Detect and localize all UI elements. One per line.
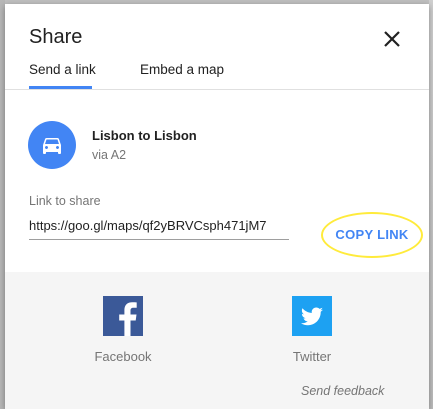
close-button[interactable]: [381, 28, 403, 50]
twitter-label: Twitter: [292, 349, 332, 364]
copy-link-label: COPY LINK: [335, 227, 409, 242]
tab-send-a-link[interactable]: Send a link: [29, 62, 96, 77]
share-twitter-button[interactable]: Twitter: [272, 296, 352, 364]
share-link-field[interactable]: https://goo.gl/maps/qf2yBRVCsph471jM7: [29, 218, 289, 240]
link-label: Link to share: [29, 194, 101, 208]
map-background-right: [429, 0, 433, 409]
route-subtitle: via A2: [92, 148, 127, 162]
route-title: Lisbon to Lisbon: [92, 128, 197, 143]
header-divider: [5, 89, 429, 90]
twitter-icon: [292, 296, 332, 336]
share-targets-panel: Facebook Twitter Send feedback: [5, 272, 429, 409]
facebook-label: Facebook: [94, 349, 152, 364]
close-icon: [384, 31, 400, 47]
copy-link-button[interactable]: COPY LINK: [321, 212, 423, 258]
car-icon: [43, 138, 61, 154]
share-facebook-button[interactable]: Facebook: [83, 296, 163, 364]
dialog-title: Share: [29, 26, 83, 48]
facebook-icon: [103, 296, 143, 336]
route-avatar: [28, 121, 76, 169]
share-dialog: Share Send a link Embed a map Lisbon to …: [5, 4, 429, 409]
send-feedback-link[interactable]: Send feedback: [301, 384, 384, 398]
tab-embed-a-map[interactable]: Embed a map: [140, 62, 224, 77]
